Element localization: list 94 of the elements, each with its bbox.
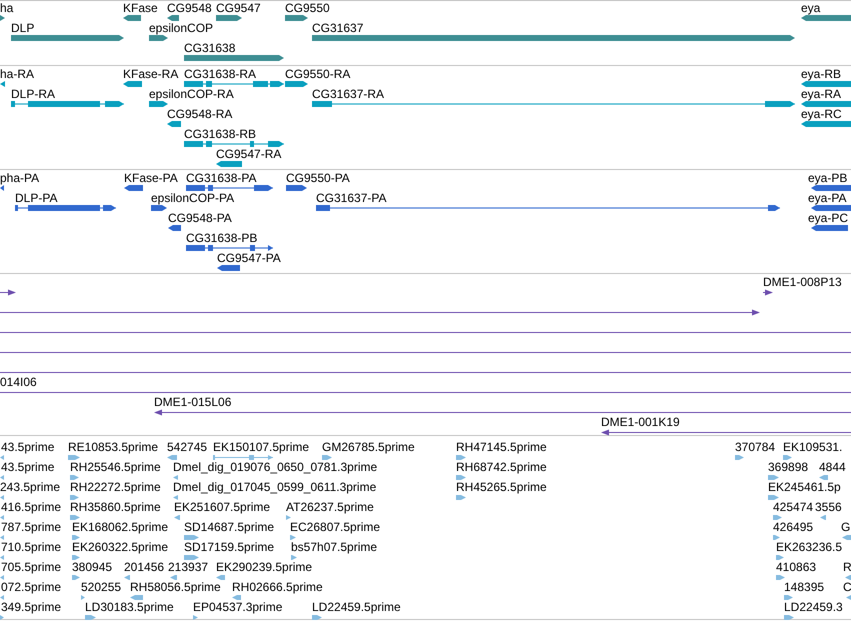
feature-label: EK245461.5p <box>768 481 841 493</box>
feature-label: Dmel_dig_019076_0650_0781.3prime <box>173 461 378 473</box>
feature-label: 43.5prime <box>1 461 54 473</box>
feature-label: LD22459.5prime <box>312 601 401 613</box>
feature-label: AT26237.5prime <box>286 501 374 513</box>
feature-label: Dmel_dig_017045_0599_0611.3prime <box>173 481 376 493</box>
feature-label: CG9547 <box>216 2 261 14</box>
feature-label: 380945 <box>72 561 112 573</box>
feature-label: CG31637 <box>312 22 364 34</box>
feature-label: 4844 <box>819 461 846 473</box>
feature-label: DME1-008P13 <box>763 276 842 288</box>
feature-label: RE10853.5prime <box>68 441 158 453</box>
feature-label: CG9548 <box>167 2 212 14</box>
feature-label: 425474 <box>773 501 814 513</box>
feature-label: 148395 <box>784 581 824 593</box>
feature-label: RH45265.5prime <box>456 481 547 493</box>
feature-label: EK290239.5prime <box>216 561 312 573</box>
feature-label: CG31638 <box>184 42 236 54</box>
feature-label: epsilonCOP-PA <box>151 192 234 204</box>
feature-label: KFase-PA <box>124 172 178 184</box>
feature-label: DLP-PA <box>15 192 58 204</box>
feature-label: ha-RA <box>0 68 34 80</box>
feature-label: pha-PA <box>0 172 40 184</box>
feature-label: CG9550 <box>285 2 330 14</box>
feature-label: CG31637-RA <box>312 88 384 100</box>
feature-label: G <box>841 521 850 533</box>
feature-label: EC26807.5prime <box>290 521 380 533</box>
feature-label: ha <box>0 2 14 14</box>
feature-label: 426495 <box>773 521 814 533</box>
feature-label: RH47145.5prime <box>456 441 547 453</box>
feature-label: epsilonCOP-RA <box>149 88 234 100</box>
feature-label: 542745 <box>167 441 208 453</box>
feature-label: 349.5prime <box>1 601 62 613</box>
feature-label: eya-PC <box>808 212 848 224</box>
feature-label: 787.5prime <box>1 521 62 533</box>
feature-label: CG9547-PA <box>217 252 281 264</box>
feature-label: 43.5prime <box>1 441 54 453</box>
feature-label: 520255 <box>81 581 122 593</box>
feature-label: SD17159.5prime <box>184 541 274 553</box>
feature-label: CG31638-RA <box>184 68 256 80</box>
feature-label: EK251607.5prime <box>174 501 270 513</box>
feature-label: 3556 <box>815 501 842 513</box>
feature-label: 370784 <box>735 441 776 453</box>
feature-label: eya <box>801 2 820 14</box>
feature-label: 213937 <box>168 561 208 573</box>
feature-label: RH35860.5prime <box>70 501 161 513</box>
feature-label: R <box>843 561 851 573</box>
feature-label: RH22272.5prime <box>70 481 161 493</box>
feature-label: RH25546.5prime <box>70 461 161 473</box>
feature-label: DLP-RA <box>11 88 56 100</box>
feature-label: EK263236.5 <box>776 541 842 553</box>
feature-label: SD14687.5prime <box>184 521 274 533</box>
feature-label: 243.5prime <box>0 481 60 493</box>
feature-label: LD22459.3 <box>784 601 843 613</box>
feature-label: GM26785.5prime <box>322 441 415 453</box>
feature-label: 710.5prime <box>1 541 62 553</box>
feature-label: KFase <box>123 2 158 14</box>
feature-label: CG9547-RA <box>216 148 282 160</box>
feature-label: C <box>843 581 851 593</box>
feature-label: LD30183.5prime <box>85 601 174 613</box>
feature-label: 014I06 <box>0 376 37 388</box>
feature-label: EP04537.3prime <box>193 601 282 613</box>
feature-label: RH68742.5prime <box>456 461 547 473</box>
feature-label: EK260322.5prime <box>72 541 168 553</box>
feature-label: CG31637-PA <box>316 192 386 204</box>
feature-label: epsilonCOP <box>149 22 214 34</box>
feature-label: CG9548-PA <box>168 212 232 224</box>
feature-label: eya-RB <box>801 68 842 80</box>
feature-label: CG31638-RB <box>184 128 256 140</box>
feature-label: EK150107.5prime <box>213 441 310 453</box>
feature-label: EK168062.5prime <box>72 521 168 533</box>
feature-label: eya-PA <box>808 192 846 204</box>
feature-label: DLP <box>11 22 34 34</box>
feature-label: eya-PB <box>808 172 848 184</box>
feature-label: RH02666.5prime <box>232 581 323 593</box>
feature-label: CG9550-RA <box>285 68 350 80</box>
feature-label: RH58056.5prime <box>130 581 221 593</box>
feature-label: CG9550-PA <box>286 172 350 184</box>
feature-label: 410863 <box>776 561 816 573</box>
feature-label: CG9548-RA <box>167 108 232 120</box>
feature-label: KFase-RA <box>123 68 178 80</box>
feature-label: EK109531. <box>783 441 842 453</box>
feature-label: 705.5prime <box>1 561 62 573</box>
feature-label: DME1-015L06 <box>154 396 232 408</box>
feature-label: DME1-001K19 <box>601 416 680 428</box>
feature-label: CG31638-PA <box>186 172 256 184</box>
feature-label: 201456 <box>124 561 164 573</box>
feature-label: 416.5prime <box>1 501 62 513</box>
feature-label: eya-RC <box>801 108 842 120</box>
feature-label: 072.5prime <box>1 581 62 593</box>
feature-label: eya-RA <box>801 88 842 100</box>
feature-label: CG31638-PB <box>186 232 258 244</box>
feature-label: 369898 <box>768 461 808 473</box>
feature-label: bs57h07.5prime <box>291 541 378 553</box>
